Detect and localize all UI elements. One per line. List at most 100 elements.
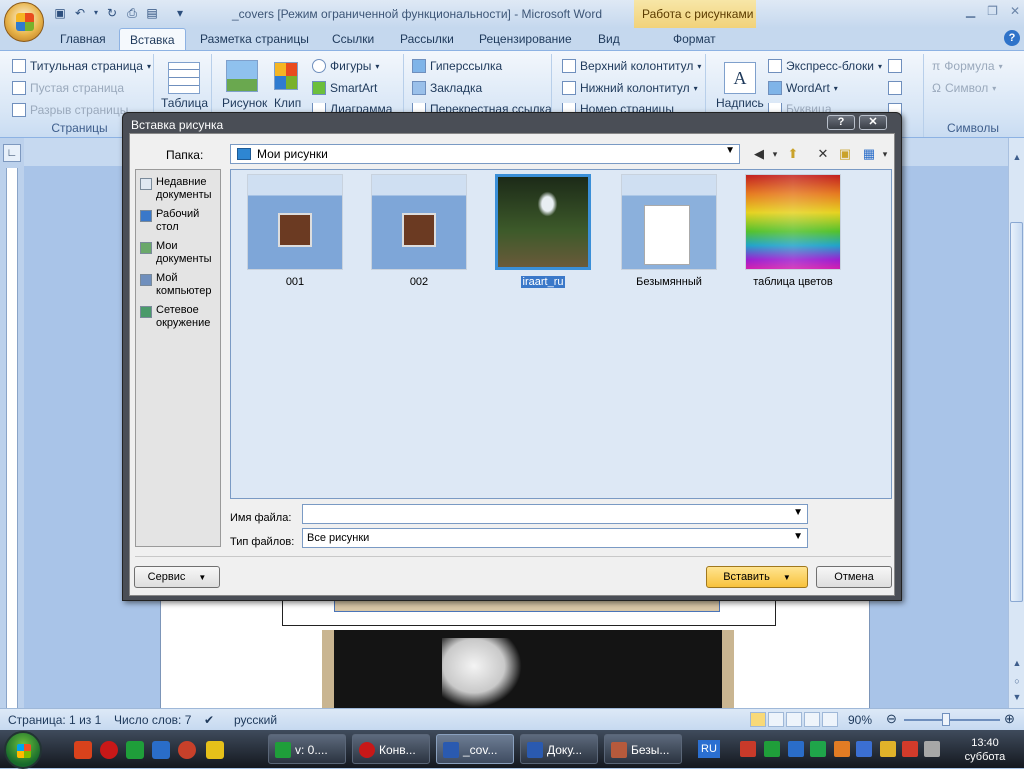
document-photo[interactable] [322,630,734,708]
tab-home[interactable]: Главная [60,32,106,46]
ruler-toggle-button[interactable]: ∟ [3,144,21,162]
redo-icon[interactable]: ↻ [104,5,120,21]
undo-icon[interactable]: ↶ [72,5,88,21]
back-dropdown-icon[interactable]: ▾ [766,145,784,163]
place-my-computer[interactable]: Мой компьютер [140,272,220,298]
header-button[interactable]: Верхний колонтитул ▾ [562,59,701,73]
symbol-button[interactable]: Ω Символ ▾ [932,81,996,95]
page-count[interactable]: Страница: 1 из 1 [8,713,101,727]
print-layout-view-icon[interactable] [750,712,766,727]
insert-button[interactable]: Вставить ▼ [706,566,808,588]
filetype-select[interactable]: Все рисунки ▼ [302,528,808,548]
prev-page-icon[interactable]: ▲ [1011,658,1023,670]
scroll-up-icon[interactable]: ▲ [1011,152,1023,164]
tab-insert[interactable]: Вставка [119,28,186,51]
place-my-documents[interactable]: Мои документы [140,240,220,266]
place-network[interactable]: Сетевое окружение [140,304,220,330]
cover-page-button[interactable]: Титульная страница ▾ [12,59,151,73]
tab-review[interactable]: Рецензирование [479,32,572,46]
task-button-2[interactable]: Конв... [352,734,430,764]
clock[interactable]: 13:40 суббота [952,736,1018,764]
tab-format[interactable]: Формат [673,32,716,46]
minimize-icon[interactable]: ▁ [966,4,975,18]
footer-button[interactable]: Нижний колонтитул ▾ [562,81,698,95]
tray-icon-3[interactable] [788,741,804,757]
quicklaunch-red-icon[interactable] [178,741,196,759]
opera-icon[interactable] [100,741,118,759]
web-layout-icon[interactable] [786,712,802,727]
full-screen-reading-icon[interactable] [768,712,784,727]
tray-icon-5[interactable] [834,741,850,757]
text-box-button[interactable]: Надпись [716,96,764,110]
up-folder-icon[interactable]: ⬆ [784,145,802,163]
tab-view[interactable]: Вид [598,32,620,46]
file-item-iraart[interactable]: iraart_ru [493,174,593,288]
quicklaunch-yellow-icon[interactable] [206,741,224,759]
tray-icon-1[interactable] [740,741,756,757]
tray-icon-2[interactable] [764,741,780,757]
help-icon[interactable]: ? [1004,30,1020,46]
file-item-color-table[interactable]: таблица цветов [743,174,843,288]
new-folder-icon[interactable]: ▣ [836,145,854,163]
quicklaunch-green-icon[interactable] [126,741,144,759]
views-dropdown-icon[interactable]: ▾ [876,145,894,163]
tray-icon-4[interactable] [810,741,826,757]
language-indicator[interactable]: русский [234,713,277,727]
filename-input[interactable]: ▼ [302,504,808,524]
draft-view-icon[interactable] [822,712,838,727]
bookmark-button[interactable]: Закладка [412,81,482,95]
dialog-close-icon[interactable]: ✕ [859,115,887,130]
task-button-5[interactable]: Безы... [604,734,682,764]
task-button-1[interactable]: v: 0.... [268,734,346,764]
save-icon[interactable]: ▣ [52,5,68,21]
restore-icon[interactable]: ❐ [987,4,998,18]
quick-parts-button[interactable]: Экспресс-блоки ▾ [768,59,882,73]
cancel-button[interactable]: Отмена [816,566,892,588]
zoom-slider[interactable] [904,719,1000,721]
signature-line-icon[interactable] [888,59,902,73]
picture-button[interactable]: Рисунок [222,96,267,110]
zoom-level[interactable]: 90% [848,713,872,727]
place-recent[interactable]: Недавние документы [140,176,220,202]
task-button-4[interactable]: Доку... [520,734,598,764]
blank-page-button[interactable]: Пустая страница [12,81,124,95]
media-player-icon[interactable] [152,741,170,759]
delete-icon[interactable]: ✕ [814,145,832,163]
file-item-002[interactable]: 002 [369,174,469,288]
page-break-button[interactable]: Разрыв страницы [12,103,128,117]
word-count[interactable]: Число слов: 7 [114,713,191,727]
next-page-icon[interactable]: ▼ [1011,692,1023,704]
shapes-button[interactable]: Фигуры ▾ [312,59,379,73]
spelling-check-icon[interactable]: ✔ [204,713,214,727]
undo-dropdown-icon[interactable]: ▾ [92,5,100,21]
language-bar[interactable]: RU [698,740,720,758]
office-button[interactable] [4,2,44,42]
hyperlink-button[interactable]: Гиперссылка [412,59,502,73]
chevron-down-icon[interactable]: ▼ [793,507,803,518]
print-preview-icon[interactable]: ⎙ [124,5,140,21]
equation-button[interactable]: π Формула ▾ [932,59,1003,73]
tools-button[interactable]: Сервис ▼ [134,566,220,588]
qat-customize-icon[interactable]: ▾ [172,5,188,21]
tray-icon-8[interactable] [902,741,918,757]
table-button[interactable]: Таблица [161,96,208,110]
clip-art-button[interactable]: Клип [274,96,301,110]
folder-select[interactable]: Мои рисунки ▼ [230,144,740,164]
tab-references[interactable]: Ссылки [332,32,374,46]
task-button-3[interactable]: _cov... [436,734,514,764]
file-item-untitled[interactable]: Безымянный [619,174,719,288]
print-icon[interactable]: ▤ [144,5,160,21]
outline-view-icon[interactable] [804,712,820,727]
file-item-001[interactable]: 001 [245,174,345,288]
vertical-scrollbar[interactable]: ▲ ▲ ○ ▼ [1008,138,1024,708]
close-icon[interactable]: ✕ [1010,4,1020,18]
smartart-button[interactable]: SmartArt [312,81,377,95]
tray-icon-6[interactable] [856,741,872,757]
tray-icon-7[interactable] [880,741,896,757]
zoom-in-icon[interactable]: ⊕ [1004,711,1015,727]
zoom-slider-thumb[interactable] [942,713,950,726]
tab-mailings[interactable]: Рассылки [400,32,454,46]
wordart-button[interactable]: WordArt ▾ [768,81,838,95]
browse-object-icon[interactable]: ○ [1011,676,1023,688]
tab-page-layout[interactable]: Разметка страницы [200,32,309,46]
